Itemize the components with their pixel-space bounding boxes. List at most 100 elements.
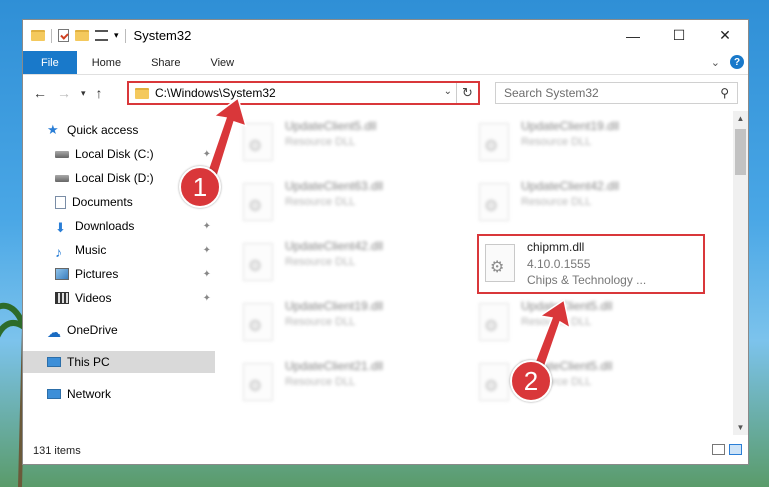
file-description: Resource DLL (285, 316, 356, 328)
up-arrow-icon[interactable]: ↑ (96, 85, 103, 101)
file-name: UpdateClient42.dll (285, 239, 384, 253)
caption-buttons: — ☐ ✕ (610, 20, 748, 51)
nav-item-this-pc[interactable]: This PC (23, 351, 215, 373)
dll-file-icon (479, 183, 509, 221)
address-path: C:\Windows\System32 (155, 86, 276, 100)
maximize-button[interactable]: ☐ (656, 20, 702, 51)
pin-icon[interactable]: ✦ (203, 245, 211, 256)
pin-icon[interactable]: ✦ (203, 149, 211, 160)
scrollbar-thumb[interactable] (735, 129, 746, 175)
quick-access-toolbar: ▾ (23, 28, 126, 43)
file-item[interactable]: UpdateClient21.dll Resource DLL (235, 355, 455, 411)
recent-locations-icon[interactable]: ▾ (81, 88, 86, 99)
file-description: Resource DLL (521, 316, 592, 328)
disk-icon (55, 150, 69, 158)
chevron-down-icon[interactable]: ▾ (114, 30, 119, 41)
tiles-view-icon[interactable] (729, 444, 742, 455)
ribbon-right-controls: ⌄ ? (711, 55, 744, 69)
file-item[interactable]: UpdateClient5.dll Resource DLL (235, 115, 455, 171)
dll-file-icon (479, 363, 509, 401)
main-area: ★ Quick access Local Disk (C:) ✦ Local D… (23, 111, 748, 435)
file-item[interactable]: UpdateClient42.dll Resource DLL (471, 175, 691, 231)
file-version: 4.10.0.1555 (527, 257, 591, 271)
navigation-pane: ★ Quick access Local Disk (C:) ✦ Local D… (23, 111, 215, 435)
file-list: UpdateClient5.dll Resource DLL UpdateCli… (235, 111, 733, 435)
vertical-scrollbar[interactable]: ▲ ▼ (733, 111, 748, 435)
scroll-down-icon[interactable]: ▼ (733, 420, 748, 435)
nav-item-label: Local Disk (D:) (75, 171, 154, 185)
nav-item-label: Local Disk (C:) (75, 147, 154, 161)
properties-icon[interactable] (58, 29, 69, 42)
pin-icon[interactable]: ✦ (203, 221, 211, 232)
dll-file-icon (243, 123, 273, 161)
file-item-chipmm-dll[interactable]: chipmm.dll 4.10.0.1555 Chips & Technolog… (477, 234, 705, 294)
nav-item-label: Network (67, 387, 112, 401)
nav-item-local-disk-c[interactable]: Local Disk (C:) ✦ (55, 143, 215, 165)
pin-icon[interactable]: ✦ (203, 269, 211, 280)
file-item[interactable]: UpdateClient5.dll Resource DLL (471, 355, 691, 411)
step-2-callout: 2 (510, 360, 552, 402)
nav-item-downloads[interactable]: ⬇ Downloads ✦ (55, 215, 215, 237)
file-description: Resource DLL (521, 196, 592, 208)
scroll-up-icon[interactable]: ▲ (733, 111, 748, 126)
address-row: ← → ▾ ↑ C:\Windows\System32 ⌄ ↻ Search S… (23, 75, 748, 111)
dll-file-icon (479, 123, 509, 161)
nav-item-pictures[interactable]: Pictures ✦ (55, 263, 215, 285)
address-bar[interactable]: C:\Windows\System32 ⌄ ↻ (127, 81, 480, 105)
file-name: UpdateClient21.dll (285, 359, 384, 373)
nav-item-label: Quick access (67, 123, 139, 137)
separator (51, 28, 52, 43)
nav-item-label: Pictures (75, 267, 119, 281)
file-company: Chips & Technology ... (527, 273, 647, 287)
view-toggle (712, 444, 742, 455)
refresh-icon[interactable]: ↻ (456, 83, 478, 103)
back-arrow-icon[interactable]: ← (33, 85, 47, 101)
file-item[interactable]: UpdateClient5.dll Resource DLL (471, 295, 691, 351)
file-description: Resource DLL (285, 136, 356, 148)
file-name: UpdateClient19.dll (285, 299, 384, 313)
cloud-icon: ☁ (47, 324, 61, 340)
nav-item-label: Downloads (75, 219, 135, 233)
file-item[interactable]: UpdateClient63.dll Resource DLL (235, 175, 455, 231)
chevron-down-icon[interactable]: ⌄ (711, 56, 720, 69)
nav-item-quick-access[interactable]: ★ Quick access (47, 119, 215, 141)
search-input[interactable]: Search System32 ⚲ (495, 82, 738, 104)
file-item[interactable]: UpdateClient19.dll Resource DLL (235, 295, 455, 351)
nav-item-label: Documents (72, 195, 133, 209)
status-bar: 131 items (23, 437, 748, 464)
tab-home[interactable]: Home (77, 51, 136, 74)
dll-file-icon (243, 303, 273, 341)
nav-item-label: Videos (75, 291, 112, 305)
file-item[interactable]: UpdateClient42.dll Resource DLL (235, 235, 455, 291)
folder-icon (31, 30, 45, 41)
tab-file[interactable]: File (23, 51, 77, 74)
file-name: UpdateClient63.dll (285, 179, 384, 193)
search-icon[interactable]: ⚲ (720, 86, 729, 100)
close-button[interactable]: ✕ (702, 20, 748, 51)
nav-item-music[interactable]: ♪ Music ✦ (55, 239, 215, 261)
new-folder-icon[interactable] (75, 30, 89, 41)
tab-share[interactable]: Share (136, 51, 195, 74)
file-item[interactable]: UpdateClient19.dll Resource DLL (471, 115, 691, 171)
pin-icon[interactable]: ✦ (203, 293, 211, 304)
network-icon (47, 389, 61, 399)
step-1-callout: 1 (179, 166, 221, 208)
nav-item-label: This PC (67, 355, 110, 369)
pictures-icon (55, 268, 69, 280)
file-name: chipmm.dll (527, 240, 585, 254)
nav-item-network[interactable]: Network (47, 383, 215, 405)
details-view-icon[interactable] (712, 444, 725, 455)
dll-file-icon (243, 243, 273, 281)
forward-arrow-icon[interactable]: → (57, 85, 71, 101)
tab-view[interactable]: View (195, 51, 249, 74)
minimize-button[interactable]: — (610, 20, 656, 51)
chevron-down-icon[interactable]: ⌄ (444, 86, 452, 97)
document-icon (55, 195, 66, 209)
file-description: Resource DLL (285, 256, 356, 268)
help-icon[interactable]: ? (730, 55, 744, 69)
nav-item-onedrive[interactable]: ☁ OneDrive (47, 319, 215, 341)
customize-toolbar-icon[interactable] (95, 30, 108, 41)
nav-item-videos[interactable]: Videos ✦ (55, 287, 215, 309)
nav-item-label: Music (75, 243, 107, 257)
file-description: Resource DLL (521, 136, 592, 148)
